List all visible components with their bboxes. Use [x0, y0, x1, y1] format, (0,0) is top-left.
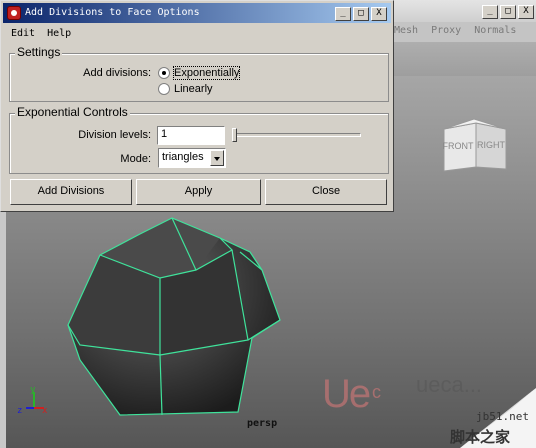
watermark-logo: Ue: [322, 372, 371, 416]
division-levels-slider-thumb[interactable]: [232, 128, 237, 142]
division-levels-label: Division levels:: [78, 129, 151, 141]
menu-help[interactable]: Help: [47, 28, 71, 39]
radio-exponentially-label[interactable]: Exponentially: [172, 66, 241, 80]
radio-linearly-label[interactable]: Linearly: [174, 83, 213, 95]
watermark-chinese: 脚本之家: [450, 428, 511, 446]
add-divisions-button[interactable]: Add Divisions: [10, 179, 132, 205]
apply-button[interactable]: Apply: [136, 179, 261, 205]
menu-edit[interactable]: Edit: [11, 28, 35, 39]
dialog-minimize-button[interactable]: _: [335, 7, 351, 21]
axis-y-label: y: [30, 385, 36, 395]
division-levels-slider-track[interactable]: [233, 133, 361, 137]
axis-x-label: x: [42, 406, 48, 416]
radio-exponentially[interactable]: [158, 67, 170, 79]
exponential-controls-label: Exponential Controls: [15, 105, 130, 119]
mode-label: Mode:: [120, 153, 151, 165]
watermark-site: jb51.net: [476, 410, 529, 423]
dialog-titlebar[interactable]: Add Divisions to Face Options _ □ X: [3, 3, 391, 23]
add-divisions-label: Add divisions:: [83, 67, 151, 79]
axis-gizmo: y x z: [17, 385, 48, 416]
mode-select[interactable]: triangles: [158, 148, 226, 168]
mode-select-value: triangles: [162, 151, 204, 163]
axis-z-label: z: [17, 406, 22, 416]
chevron-down-icon[interactable]: [210, 150, 224, 166]
dialog-menubar: Edit Help: [11, 28, 71, 39]
dialog-maximize-button[interactable]: □: [353, 7, 369, 21]
settings-group-label: Settings: [15, 45, 63, 59]
camera-label: persp: [247, 418, 278, 429]
close-button[interactable]: Close: [265, 179, 387, 205]
watermark-logo-suffix: c: [372, 382, 381, 402]
dialog-close-button[interactable]: X: [371, 7, 387, 21]
division-levels-field[interactable]: 1: [157, 126, 225, 145]
add-divisions-dialog: Add Divisions to Face Options _ □ X Edit…: [0, 0, 394, 212]
dialog-title: Add Divisions to Face Options: [25, 7, 200, 18]
dialog-window-controls: _ □ X: [335, 7, 387, 21]
maya-app-icon: [7, 6, 21, 20]
radio-linearly[interactable]: [158, 83, 170, 95]
